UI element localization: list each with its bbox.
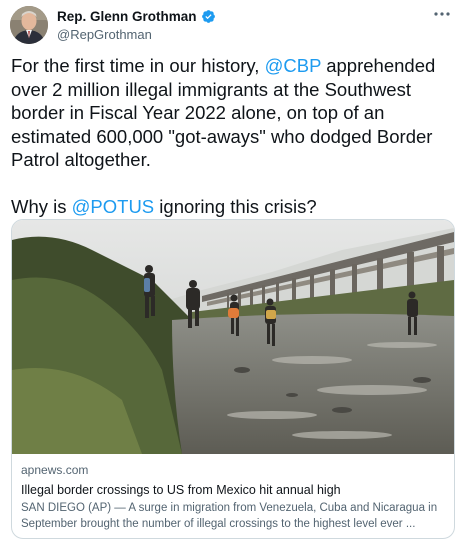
mention-link-potus[interactable]: @POTUS xyxy=(72,196,155,217)
avatar[interactable] xyxy=(10,6,48,44)
author-block: Rep. Glenn Grothman @RepGrothman xyxy=(57,8,216,42)
card-info: apnews.com Illegal border crossings to U… xyxy=(12,454,454,532)
tweet-text: For the first time in our history, @CBP … xyxy=(11,54,456,219)
text-segment: For the first time in our history, xyxy=(11,55,265,76)
display-name[interactable]: Rep. Glenn Grothman xyxy=(57,9,197,24)
tweet: Rep. Glenn Grothman @RepGrothman For the… xyxy=(0,0,466,550)
tweet-paragraph-1: For the first time in our history, @CBP … xyxy=(11,54,456,172)
text-segment: Why is xyxy=(11,196,72,217)
verified-badge-icon xyxy=(201,9,216,24)
handle[interactable]: @RepGrothman xyxy=(57,27,216,42)
text-segment: ignoring this crisis? xyxy=(154,196,317,217)
tweet-paragraph-2: Why is @POTUS ignoring this crisis? xyxy=(11,195,456,219)
card-description: SAN DIEGO (AP) — A surge in migration fr… xyxy=(21,502,438,530)
mention-link-cbp[interactable]: @CBP xyxy=(265,55,322,76)
link-preview-card[interactable]: apnews.com Illegal border crossings to U… xyxy=(11,219,455,539)
card-title[interactable]: Illegal border crossings to US from Mexi… xyxy=(21,482,445,499)
card-domain: apnews.com xyxy=(21,463,89,477)
more-options-icon[interactable] xyxy=(432,6,452,22)
card-image xyxy=(12,220,454,454)
